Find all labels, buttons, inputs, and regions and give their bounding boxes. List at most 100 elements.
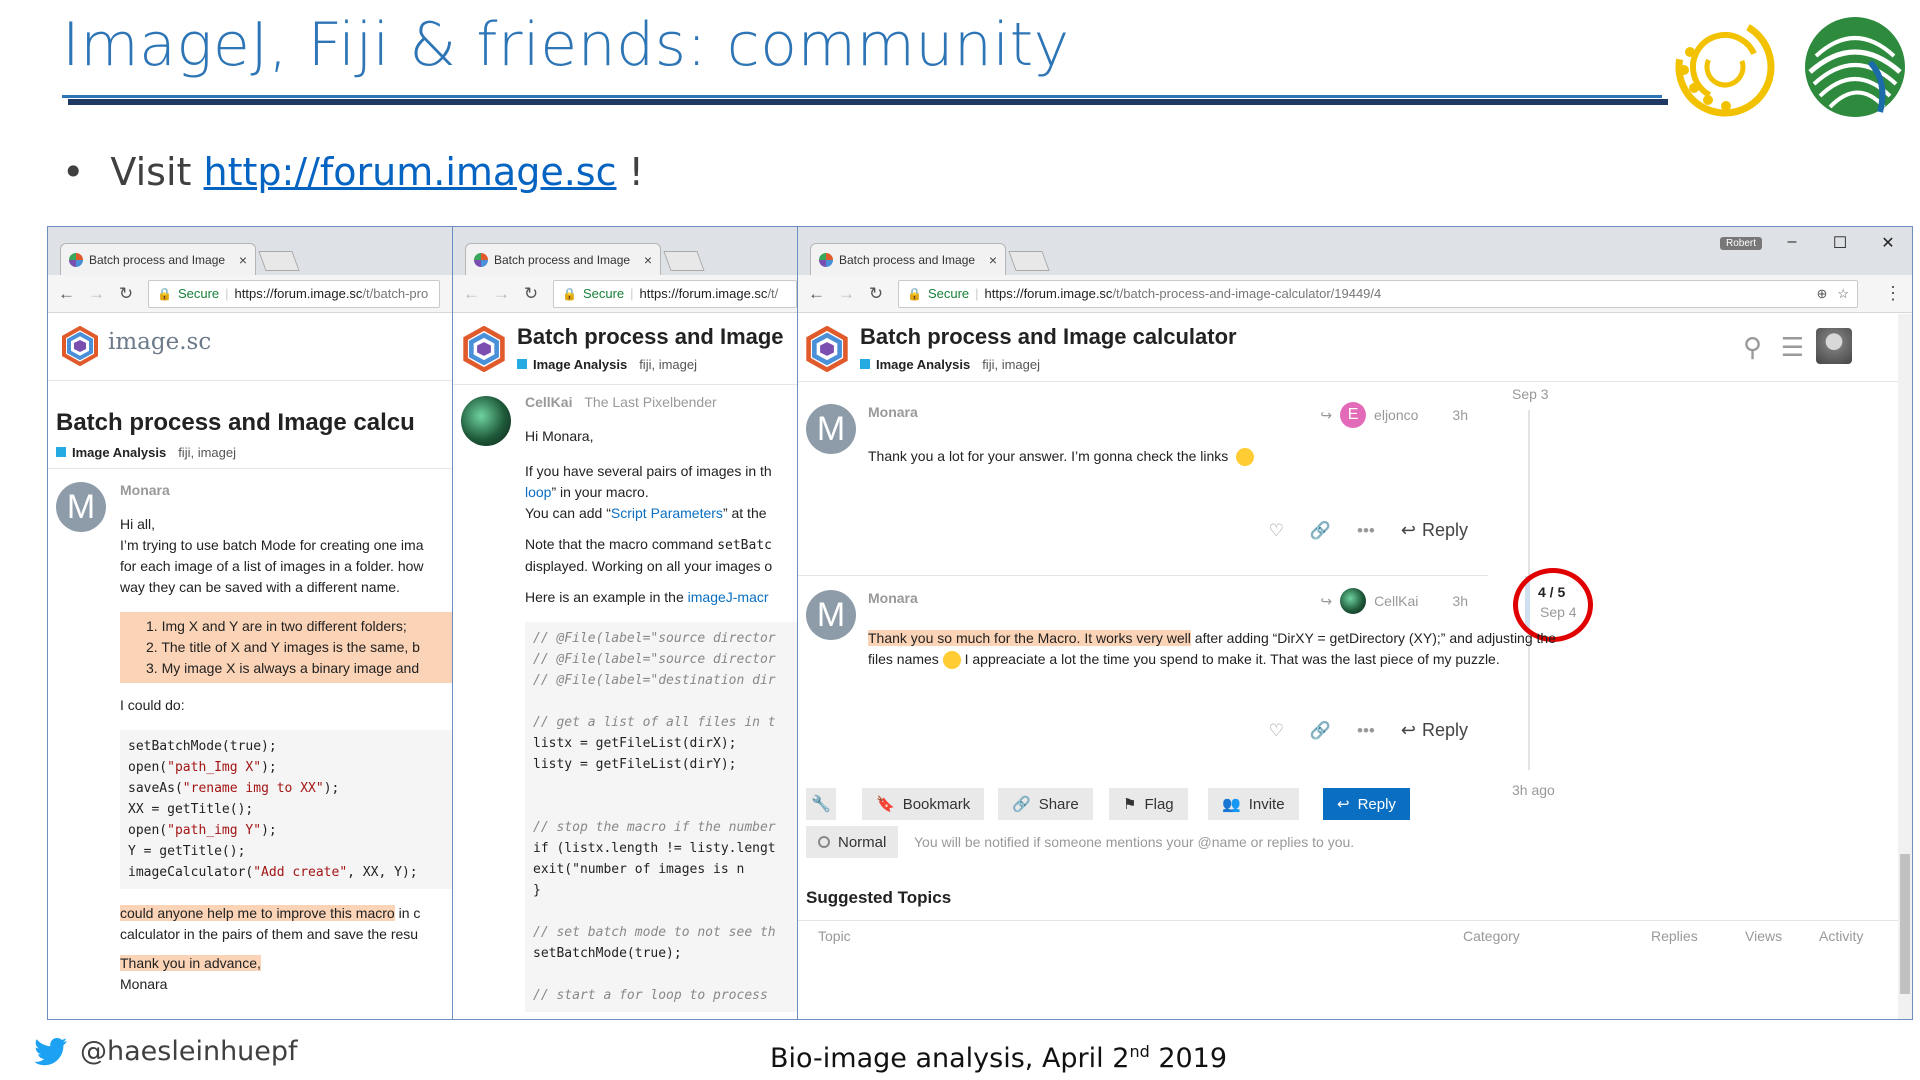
close-window-icon[interactable]: ✕ (1864, 233, 1912, 253)
post-age[interactable]: 3h (1452, 593, 1468, 609)
search-icon[interactable]: ⚲ (1743, 332, 1762, 363)
share-button[interactable]: 🔗 Share (998, 788, 1093, 820)
loop-link[interactable]: loop (525, 484, 551, 500)
post-line: Note that the macro command setBatc (525, 536, 772, 553)
tab-close-icon[interactable]: × (989, 252, 997, 268)
imagesc-logo-icon (806, 326, 848, 372)
like-heart-icon[interactable]: ♡ (1269, 721, 1284, 741)
browser-tab[interactable]: Batch process and Image × (465, 243, 661, 275)
browser-tab[interactable]: Batch process and Image × (810, 243, 1006, 275)
scrollbar-thumb[interactable] (1900, 854, 1910, 994)
zoom-icon[interactable]: ⊕ (1816, 286, 1827, 302)
reply-to: ↪ CellKai 3h (1320, 588, 1468, 614)
topic-tags[interactable]: fiji, imagej (982, 357, 1040, 372)
invite-button[interactable]: 👥 Invite (1208, 788, 1299, 820)
post: M Monara ↪ CellKai 3h Thank you so much … (798, 578, 1556, 774)
reply-topic-button[interactable]: ↩ Reply (1323, 788, 1410, 820)
browser-tab[interactable]: Batch process and Image × (60, 243, 256, 275)
share-link-icon[interactable]: 🔗 (1310, 521, 1331, 541)
address-bar[interactable]: 🔒 Secure | https://forum.image.sc/t/batc… (898, 279, 1858, 308)
minimize-icon[interactable]: – (1768, 233, 1816, 253)
maximize-icon[interactable]: ☐ (1816, 233, 1864, 253)
script-parameters-link[interactable]: Script Parameters (611, 505, 723, 521)
user-avatar[interactable] (1816, 328, 1852, 364)
post-author[interactable]: Monara (868, 590, 918, 606)
category-badge[interactable]: Image Analysis (56, 445, 166, 460)
reply-to-avatar[interactable] (1340, 588, 1367, 614)
bookmark-star-icon[interactable]: ☆ (1837, 286, 1849, 302)
reply-to-user[interactable]: CellKai (1374, 593, 1418, 609)
browser-menu-icon[interactable]: ⋮ (1884, 283, 1904, 304)
profile-chip[interactable]: Robert (1719, 237, 1762, 250)
code-line: saveAs("rename img to XX"); (128, 781, 340, 796)
forward-icon[interactable]: → (493, 284, 510, 304)
reply-button[interactable]: ↩ Reply (1401, 720, 1468, 741)
post-author[interactable]: CellKai (525, 394, 572, 410)
code-line: Y = getTitle(); (128, 844, 246, 859)
flag-button[interactable]: ⚑ Flag (1109, 788, 1188, 820)
address-bar[interactable]: 🔒 Secure | https://forum.image.sc/t/ (553, 279, 797, 308)
suggested-topics-heading: Suggested Topics (806, 888, 952, 907)
page-scrollbar[interactable] (1898, 314, 1912, 1019)
avatar[interactable]: M (806, 590, 856, 640)
back-icon[interactable]: ← (808, 284, 825, 304)
category-badge[interactable]: Image Analysis (860, 357, 970, 372)
share-link-icon[interactable]: 🔗 (1310, 721, 1331, 741)
imagej-macro-link[interactable]: imageJ-macr (688, 589, 769, 605)
category-badge[interactable]: Image Analysis (517, 357, 627, 372)
new-tab-button[interactable] (1008, 251, 1050, 271)
reply-arrow-icon: ↩ (1400, 720, 1416, 740)
reload-icon[interactable]: ↻ (118, 284, 134, 304)
post-author[interactable]: Monara (868, 404, 918, 420)
avatar[interactable]: M (806, 404, 856, 454)
column-category[interactable]: Category (1463, 928, 1520, 944)
back-icon[interactable]: ← (463, 284, 480, 304)
omnibox-actions: ⊕ ☆ (1816, 286, 1849, 302)
topic-tags[interactable]: fiji, imagej (178, 445, 236, 460)
forum-page-1: image.sc Batch process and Image calcu I… (48, 314, 452, 1019)
forward-icon[interactable]: → (838, 284, 855, 304)
forum-link[interactable]: http://forum.image.sc (204, 150, 617, 194)
new-tab-button[interactable] (663, 251, 705, 271)
reload-icon[interactable]: ↻ (868, 284, 884, 304)
back-icon[interactable]: ← (58, 284, 75, 304)
bookmark-button[interactable]: 🔖 Bookmark (862, 788, 985, 820)
topic-title[interactable]: Batch process and Image calcu (56, 409, 415, 437)
like-heart-icon[interactable]: ♡ (1269, 521, 1284, 541)
code-line: } (533, 883, 541, 898)
new-tab-button[interactable] (258, 251, 300, 271)
admin-wrench-icon[interactable]: 🔧 (806, 788, 836, 820)
lock-icon: 🔒 (907, 286, 922, 301)
avatar[interactable] (461, 396, 511, 446)
more-dots-icon[interactable]: ••• (1357, 721, 1375, 741)
column-topic[interactable]: Topic (818, 928, 851, 944)
reply-button[interactable]: ↩ Reply (1401, 520, 1468, 541)
reply-to-user[interactable]: eljonco (1374, 407, 1418, 423)
address-bar[interactable]: 🔒 Secure | https://forum.image.sc/t/batc… (148, 279, 440, 308)
smile-emoji-icon (942, 651, 961, 670)
avatar[interactable]: M (56, 482, 106, 532)
site-name[interactable]: image.sc (108, 329, 211, 355)
more-dots-icon[interactable]: ••• (1357, 521, 1375, 541)
topic-tags[interactable]: fiji, imagej (639, 357, 697, 372)
topic-title[interactable]: Batch process and Image calculator (860, 324, 1237, 350)
reply-to-avatar[interactable]: E (1340, 402, 1367, 428)
forward-icon[interactable]: → (88, 284, 105, 304)
tab-close-icon[interactable]: × (644, 252, 652, 268)
column-replies[interactable]: Replies (1651, 928, 1698, 944)
hamburger-menu-icon[interactable]: ☰ (1781, 332, 1804, 363)
tab-close-icon[interactable]: × (239, 252, 247, 268)
post-author[interactable]: Monara (120, 482, 170, 498)
column-activity[interactable]: Activity (1819, 928, 1863, 944)
column-views[interactable]: Views (1745, 928, 1782, 944)
code-line: listy = getFileList(dirY); (533, 757, 737, 772)
timeline-end-date[interactable]: 3h ago (1512, 782, 1555, 798)
post-age[interactable]: 3h (1452, 407, 1468, 423)
twitter-bird-icon (34, 1037, 67, 1065)
reload-icon[interactable]: ↻ (523, 284, 539, 304)
lock-icon: 🔒 (562, 286, 577, 301)
timeline-start-date[interactable]: Sep 3 (1512, 386, 1549, 402)
topic-title[interactable]: Batch process and Image (517, 324, 784, 350)
notification-level-button[interactable]: Normal (806, 826, 899, 858)
